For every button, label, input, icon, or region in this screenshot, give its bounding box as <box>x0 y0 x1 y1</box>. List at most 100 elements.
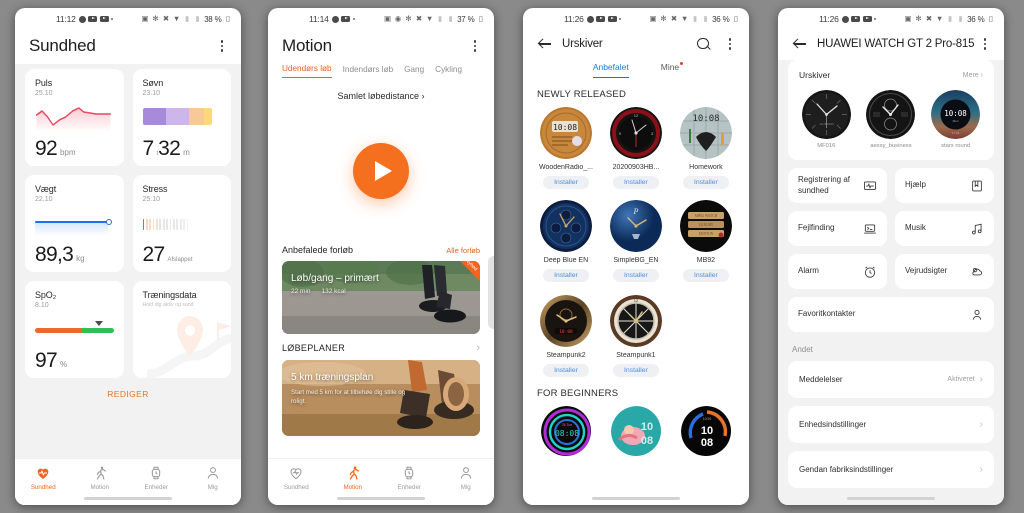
watchface-item[interactable]: 10:08 Homework Installer <box>673 107 739 189</box>
watchface-label: MF016 <box>817 143 836 149</box>
health-card-weight[interactable]: Vægt 22.10 89,3 kg <box>25 175 124 272</box>
motion-scroll[interactable]: Motion Udendørs løb Indendørs løb Gang C… <box>268 30 494 505</box>
tile-music[interactable]: Musik <box>895 211 994 246</box>
tab-cykling[interactable]: Cykling <box>435 65 462 78</box>
recommended-course-card[interactable]: Løb/gang – primært 22 min 132 kcal Nyhed <box>282 261 480 334</box>
tab-gang[interactable]: Gang <box>404 65 424 78</box>
start-workout-button[interactable] <box>353 143 409 199</box>
card-value-group: 92 bpm <box>35 138 76 159</box>
health-card-training[interactable]: Træningsdata Hold dig aktiv og sund <box>132 281 231 378</box>
more-notifications-dot <box>619 18 622 20</box>
overflow-menu-icon[interactable] <box>978 37 992 51</box>
row-factory-reset[interactable]: Gendan fabriksindstillinger › <box>788 451 994 488</box>
wifi-icon: ▼ <box>172 14 181 23</box>
status-time: 11:12 <box>56 14 76 24</box>
installed-watchfaces-row: 10.26 MON MF016 aessy_business 10:08 Mon… <box>788 84 994 160</box>
health-card-stress[interactable]: Stress 25.10 27 Afslappet <box>132 175 231 272</box>
watchface-item[interactable]: MB92 WATCH LUXURY EDITION MB92 Installer <box>673 200 739 282</box>
chevron-right-icon[interactable]: › <box>476 342 480 354</box>
signal-2-icon: ▮ <box>448 14 453 23</box>
install-button[interactable]: Installer <box>543 269 589 282</box>
installed-watchface-item[interactable]: 10.26 MON MF016 <box>801 90 851 149</box>
watchface-grid-newly-released: 10:08 WoodenRadio_... Installer 12 3 9 2… <box>523 107 749 377</box>
tab-motion[interactable]: Motion <box>72 465 129 491</box>
watchface-item[interactable]: 12 3 9 20200903HB... Installer <box>603 107 669 189</box>
signal-1-icon: ▮ <box>692 14 698 23</box>
tile-troubleshooting[interactable]: Fejlfinding <box>788 211 887 246</box>
stress-bar <box>142 219 145 230</box>
watchface-item[interactable]: 12 Steampunk1 Installer <box>603 295 669 377</box>
all-courses-link[interactable]: Alle forløb <box>446 246 480 255</box>
install-button[interactable]: Installer <box>613 364 659 377</box>
tile-health-monitoring[interactable]: Registrering af sundhed <box>788 168 887 203</box>
card-value-group: 27 Afslappet <box>143 244 193 265</box>
battery-icon: ▯ <box>225 14 231 23</box>
install-button[interactable]: Installer <box>543 364 589 377</box>
watchfaces-titlebar: Urskiver <box>523 30 749 60</box>
overflow-menu-icon[interactable] <box>215 39 229 53</box>
back-arrow-icon[interactable] <box>792 36 808 52</box>
svg-text:LUXURY: LUXURY <box>698 223 713 227</box>
watchface-item[interactable]: 10 08 10/26 <box>673 406 739 456</box>
status-battery: 37 % <box>457 14 475 24</box>
tab-mig[interactable]: Mig <box>185 465 242 491</box>
watchfaces-scroll[interactable]: Urskiver Anbefalet Mine NEWLY RELEASED 1… <box>523 30 749 505</box>
device-scroll[interactable]: HUAWEI WATCH GT 2 Pro-815 Urskiver Mere … <box>778 30 1004 505</box>
tile-favorite-contacts[interactable]: Favoritkontakter <box>788 297 994 332</box>
tab-enheder[interactable]: Enheder <box>381 465 438 491</box>
tab-indendors-lob[interactable]: Indendørs løb <box>343 65 394 78</box>
tab-motion[interactable]: Motion <box>325 465 382 491</box>
svg-text:10: 10 <box>701 425 713 437</box>
watchface-item[interactable]: 08:08 26 Tue <box>533 406 599 456</box>
watchface-preview-homework: 10:08 <box>679 107 732 159</box>
watchface-item[interactable]: 10:08 Steampunk2 Installer <box>533 295 599 377</box>
installed-watchface-item[interactable]: 10:08 Mon 17:36 stars round <box>931 90 981 149</box>
tab-mine[interactable]: Mine <box>661 62 684 78</box>
row-device-settings[interactable]: Enhedsindstillinger › <box>788 406 994 443</box>
youtube-music-icon <box>607 15 617 23</box>
youtube-music-icon <box>99 15 109 23</box>
overflow-menu-icon[interactable] <box>468 39 482 53</box>
watchface-item[interactable]: 10 08 <box>603 406 669 456</box>
health-scroll[interactable]: Sundhed Puls 25.10 92 bpm Søvn 23.10 7 t… <box>15 30 241 505</box>
tab-label: Sundhed <box>30 484 56 491</box>
watchface-item[interactable]: Deep Blue EN Installer <box>533 200 599 282</box>
tab-label: Sundhed <box>283 484 309 491</box>
install-button[interactable]: Installer <box>613 176 659 189</box>
install-button[interactable]: Installer <box>682 269 729 282</box>
health-body: Puls 25.10 92 bpm Søvn 23.10 7 t 32 m Væ… <box>15 64 241 505</box>
course-title: Løb/gang – primært <box>291 273 379 284</box>
install-button[interactable]: Installer <box>613 269 659 282</box>
tile-alarm[interactable]: Alarm <box>788 254 887 289</box>
tab-sundhed[interactable]: Sundhed <box>268 465 325 491</box>
tab-sundhed[interactable]: Sundhed <box>15 465 72 491</box>
phone-screen-device: 11:26 ▣ ✻ ✖ ▼ ▮ ▮ 36 % ▯ HUAWEI WATCH GT… <box>778 8 1004 505</box>
back-arrow-icon[interactable] <box>537 36 553 52</box>
tab-enheder[interactable]: Enheder <box>128 465 185 491</box>
tab-anbefalet[interactable]: Anbefalet <box>592 62 629 78</box>
phone-screen-health: 11:12 ▣ ✻ ✖ ▼ ▮ ▮ 38 % ▯ Sundhed Puls 25… <box>15 8 241 505</box>
health-card-spo2[interactable]: SpO₂ 8.10 97 % <box>25 281 124 378</box>
total-distance-link[interactable]: Samlet løbedistance › <box>268 78 494 105</box>
row-notifications[interactable]: Meddelelser Aktiveret › <box>788 361 994 398</box>
watchface-item[interactable]: P SimpleBG_EN Installer <box>603 200 669 282</box>
install-button[interactable]: Installer <box>682 176 729 189</box>
chevron-right-icon: › <box>979 374 983 385</box>
overflow-menu-icon[interactable] <box>723 37 737 51</box>
tile-help[interactable]: Hjælp <box>895 168 994 203</box>
tile-weather[interactable]: Vejrudsigter <box>895 254 994 289</box>
edit-button[interactable]: REDIGER <box>25 378 231 407</box>
watchface-name: Steampunk1 <box>616 352 656 359</box>
bluetooth-icon: ✻ <box>152 14 159 23</box>
health-card-sleep[interactable]: Søvn 23.10 7 t 32 m <box>132 69 231 166</box>
plans-header: LØBEPLANER <box>282 343 346 353</box>
tab-udendors-lob[interactable]: Udendørs løb <box>282 64 332 78</box>
training-plan-card[interactable]: 5 km træningsplan Start med 5 km for at … <box>282 360 480 436</box>
health-card-pulse[interactable]: Puls 25.10 92 bpm <box>25 69 124 166</box>
watchface-item[interactable]: 10:08 WoodenRadio_... Installer <box>533 107 599 189</box>
install-button[interactable]: Installer <box>543 176 589 189</box>
more-link[interactable]: Mere › <box>963 72 983 79</box>
tab-mig[interactable]: Mig <box>438 465 495 491</box>
installed-watchface-item[interactable]: aessy_business <box>866 90 916 149</box>
search-icon[interactable] <box>696 37 711 52</box>
